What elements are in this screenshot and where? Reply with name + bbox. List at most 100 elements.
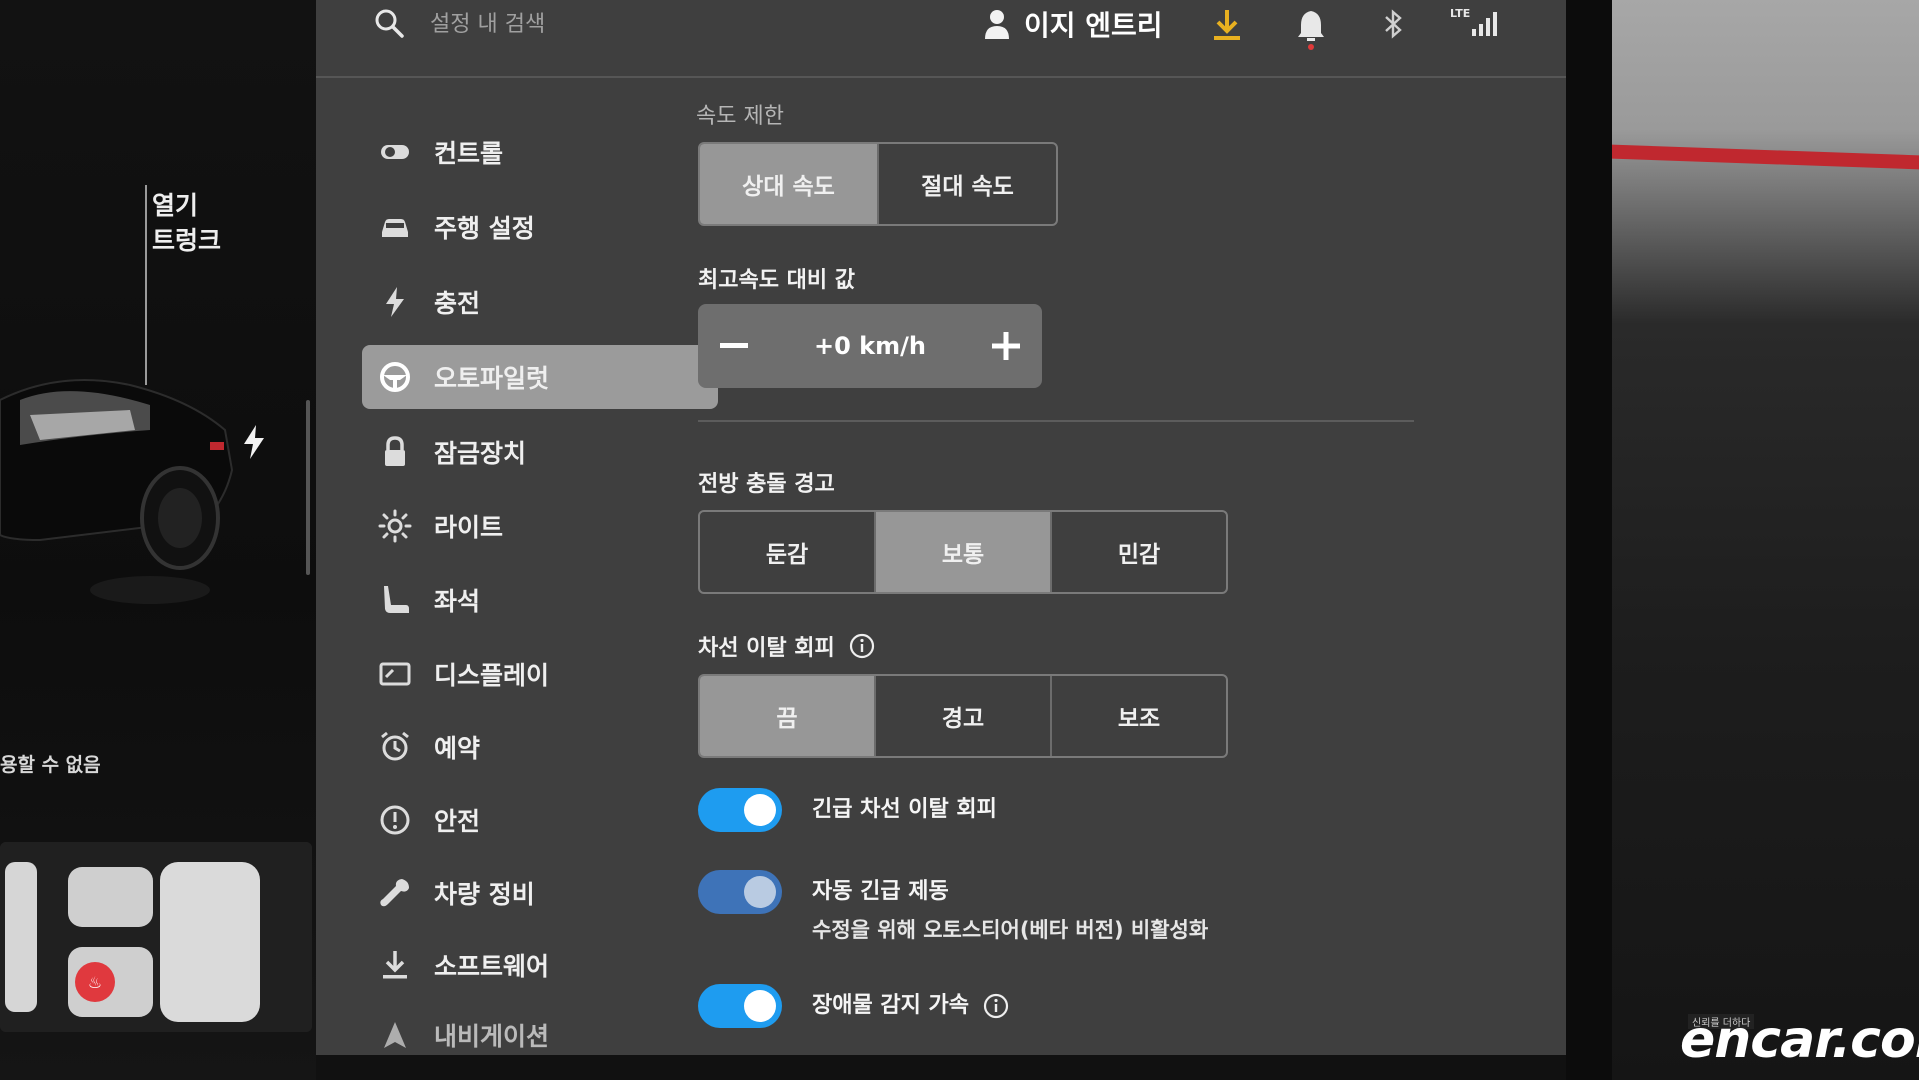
plus-icon [991, 332, 1020, 360]
speed-offset-value: +0 km/h [814, 332, 926, 360]
bell-icon[interactable] [1296, 8, 1326, 50]
section-divider [698, 420, 1414, 422]
lte-label: LTE [1450, 7, 1470, 20]
sidebar-item-label: 예약 [434, 734, 481, 763]
sidebar-item-label: 잠금장치 [434, 439, 527, 468]
sidebar-item-charging[interactable]: 충전 [362, 270, 718, 334]
sidebar-item-label: 안전 [434, 807, 481, 836]
emergency-lane-label: 긴급 차선 이탈 회피 [812, 797, 997, 822]
toggle-knob [744, 876, 776, 908]
lane-departure-title-row: 차선 이탈 회피 [698, 630, 875, 662]
wrench-icon [380, 879, 409, 907]
trunk-label-line2: 트렁크 [152, 226, 222, 255]
unavailable-status-text: 용할 수 없음 [0, 754, 101, 776]
status-bar: 이지 엔트리 LTE [316, 0, 1566, 76]
sidebar-item-safety[interactable]: 안전 [362, 788, 718, 852]
car-icon [382, 219, 408, 237]
sidebar-item-label: 주행 설정 [434, 214, 535, 243]
seat-heater-map[interactable]: ♨ [0, 842, 312, 1032]
bluetooth-icon[interactable] [1382, 8, 1406, 40]
steering-wheel-icon [380, 362, 410, 392]
lane-departure-selector: 끔 경고 보조 [698, 674, 1228, 758]
display-icon [379, 662, 411, 686]
increase-offset-button[interactable] [970, 304, 1042, 388]
sidebar-item-label: 오토파일럿 [434, 364, 550, 393]
trunk-pointer-line [145, 185, 147, 385]
alert-circle-icon [380, 805, 410, 835]
settings-sidebar: 컨트롤 주행 설정 충전 오토파일럿 잠금장치 라이트 좌석 디스플레이 예약 … [316, 78, 726, 1055]
speed-limit-absolute-option[interactable]: 절대 속도 [877, 144, 1056, 224]
sidebar-item-label: 내비게이션 [434, 1022, 550, 1051]
lane-departure-warning-option[interactable]: 경고 [874, 676, 1050, 756]
charge-port-bolt-icon[interactable] [242, 425, 266, 459]
profile-name: 이지 엔트리 [1024, 9, 1163, 42]
sun-icon [378, 509, 412, 543]
lock-icon [385, 436, 405, 466]
download-icon[interactable] [1212, 8, 1242, 42]
auto-emergency-braking-label: 자동 긴급 제동 [812, 879, 949, 904]
obstacle-accel-label: 장애물 감지 가속 [812, 993, 969, 1018]
sidebar-item-locks[interactable]: 잠금장치 [362, 420, 718, 484]
autopilot-settings-content: 속도 제한 상대 속도 절대 속도 최고속도 대비 값 +0 km/h 전방 충… [696, 78, 1566, 1055]
sidebar-item-label: 충전 [434, 289, 481, 318]
speed-limit-relative-option[interactable]: 상대 속도 [700, 144, 877, 224]
auto-emergency-braking-row: 자동 긴급 제동 수정을 위해 오토스티어(베타 버전) 비활성화 [698, 870, 1208, 944]
sidebar-item-autopilot[interactable]: 오토파일럿 [362, 345, 718, 409]
collision-medium-option[interactable]: 보통 [874, 512, 1050, 592]
sidebar-item-software[interactable]: 소프트웨어 [362, 933, 718, 997]
speed-limit-selector: 상대 속도 절대 속도 [698, 142, 1058, 226]
sidebar-item-lights[interactable]: 라이트 [362, 494, 718, 558]
obstacle-accel-label-row: 장애물 감지 가속 [812, 984, 1009, 1028]
bolt-icon [386, 287, 404, 317]
forward-collision-title: 전방 충돌 경고 [698, 472, 835, 497]
minus-icon [720, 343, 748, 348]
svg-text:♨: ♨ [88, 973, 102, 992]
download-icon [383, 951, 407, 979]
sidebar-item-label: 소프트웨어 [434, 952, 550, 981]
panel-scroll-handle[interactable] [306, 400, 310, 575]
sidebar-item-label: 좌석 [434, 587, 481, 616]
car-visualization-panel: 열기 트렁크 용할 수 없음 ♨ [0, 0, 318, 1080]
navigation-icon [384, 1022, 406, 1048]
collision-early-option[interactable]: 민감 [1050, 512, 1226, 592]
collision-late-option[interactable]: 둔감 [700, 512, 874, 592]
toggle-knob [744, 990, 776, 1022]
watermark-logo: encar.com [1680, 1010, 1919, 1070]
car-image [0, 379, 234, 604]
trunk-label-line1: 열기 [152, 191, 199, 220]
sidebar-item-driving[interactable]: 주행 설정 [362, 195, 718, 259]
decrease-offset-button[interactable] [698, 304, 770, 388]
info-icon[interactable] [849, 633, 875, 659]
sidebar-item-service[interactable]: 차량 정비 [362, 861, 718, 925]
seat-icon [384, 586, 409, 613]
toggle-knob [744, 794, 776, 826]
screen-bottom-edge [316, 1055, 1576, 1080]
sidebar-item-controls[interactable]: 컨트롤 [362, 120, 718, 184]
person-icon [985, 10, 1009, 39]
sidebar-item-display[interactable]: 디스플레이 [362, 642, 718, 706]
lane-departure-off-option[interactable]: 끔 [700, 676, 874, 756]
info-icon[interactable] [983, 993, 1009, 1019]
auto-emergency-braking-toggle[interactable] [698, 870, 782, 914]
speed-offset-stepper: +0 km/h [698, 304, 1042, 388]
cellular-signal-icon: LTE [1450, 5, 1500, 39]
sidebar-item-label: 차량 정비 [434, 880, 535, 909]
emergency-lane-row: 긴급 차선 이탈 회피 [698, 788, 997, 832]
obstacle-accel-toggle[interactable] [698, 984, 782, 1028]
lane-departure-title: 차선 이탈 회피 [698, 636, 835, 661]
sidebar-item-schedule[interactable]: 예약 [362, 715, 718, 779]
emergency-lane-toggle[interactable] [698, 788, 782, 832]
driver-profile-button[interactable]: 이지 엔트리 [984, 4, 1163, 44]
lane-departure-assist-option[interactable]: 보조 [1050, 676, 1226, 756]
settings-screen: 이지 엔트리 LTE 컨트롤 [316, 0, 1566, 1055]
sidebar-item-label: 컨트롤 [434, 139, 504, 168]
sidebar-item-label: 라이트 [434, 513, 504, 542]
screen-bezel [1566, 0, 1612, 1080]
obstacle-accel-row: 장애물 감지 가속 [698, 984, 1009, 1028]
search-icon[interactable] [374, 8, 404, 38]
speed-offset-title: 최고속도 대비 값 [698, 268, 855, 293]
sidebar-item-seats[interactable]: 좌석 [362, 568, 718, 632]
open-trunk-button[interactable]: 열기 트렁크 [152, 188, 221, 258]
settings-search-input[interactable] [430, 6, 730, 42]
forward-collision-selector: 둔감 보통 민감 [698, 510, 1228, 594]
